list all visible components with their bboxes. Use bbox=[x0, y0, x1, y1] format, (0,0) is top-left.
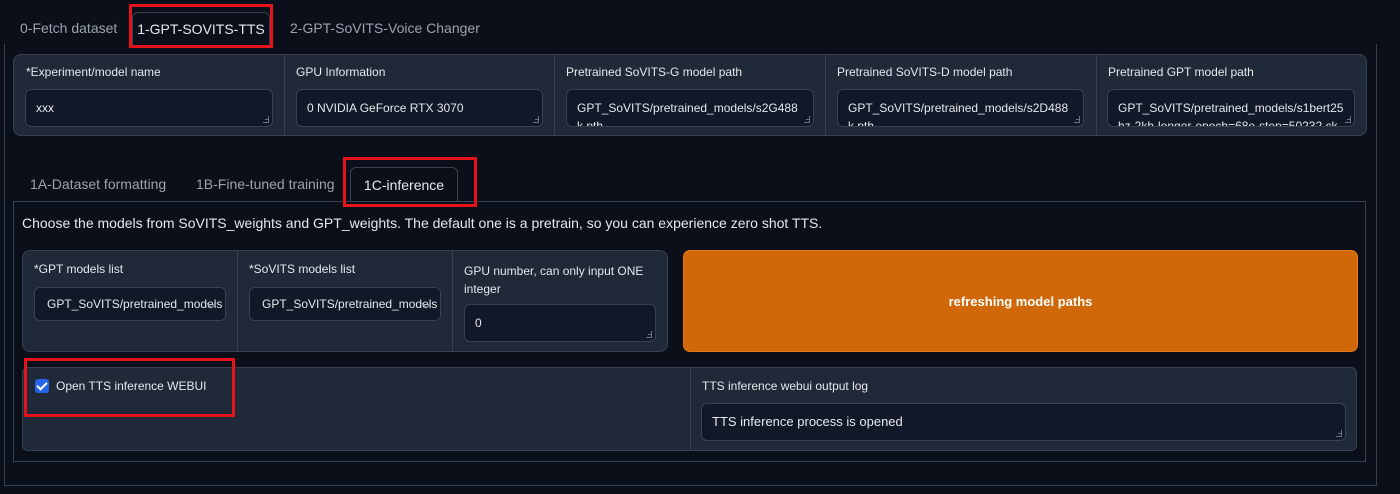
highlight-box-webui-checkbox bbox=[24, 358, 235, 417]
experiment-name-label: *Experiment/model name bbox=[26, 65, 161, 79]
highlight-box-main-tab bbox=[129, 4, 273, 48]
tab-fetch-dataset[interactable]: 0-Fetch dataset bbox=[20, 12, 117, 45]
gpt-models-dropdown[interactable]: GPT_SoVITS/pretrained_models bbox=[34, 287, 226, 321]
gpu-number-label-line1: GPU number, can only input ONE bbox=[464, 264, 644, 278]
gpu-info-field[interactable]: 0 NVIDIA GeForce RTX 3070 bbox=[296, 89, 543, 127]
resize-handle-icon[interactable] bbox=[1336, 430, 1342, 437]
tab-dataset-formatting[interactable]: 1A-Dataset formatting bbox=[30, 167, 166, 202]
resize-handle-icon[interactable] bbox=[1074, 116, 1080, 123]
refresh-model-paths-button[interactable]: refreshing model paths bbox=[683, 250, 1358, 352]
resize-handle-icon[interactable] bbox=[1345, 116, 1351, 123]
gpu-number-label: GPU number, can only input ONE integer bbox=[464, 262, 643, 298]
sovits-g-field[interactable]: GPT_SoVITS/pretrained_models/s2G488k.pth bbox=[566, 89, 814, 127]
resize-handle-icon[interactable] bbox=[533, 116, 539, 123]
gpu-info-label: GPU Information bbox=[296, 65, 386, 79]
sovits-g-value: GPT_SoVITS/pretrained_models/s2G488k.pth bbox=[577, 101, 798, 127]
sovits-d-field[interactable]: GPT_SoVITS/pretrained_models/s2D488k.pth bbox=[837, 89, 1084, 127]
gpt-path-label: Pretrained GPT model path bbox=[1108, 65, 1254, 79]
output-log-value: TTS inference process is opened bbox=[712, 414, 903, 429]
output-log-label: TTS inference webui output log bbox=[702, 379, 869, 393]
gpu-info-value: 0 NVIDIA GeForce RTX 3070 bbox=[307, 101, 464, 115]
gpt-models-value: GPT_SoVITS/pretrained_models bbox=[47, 297, 223, 311]
resize-handle-icon[interactable] bbox=[646, 331, 652, 338]
scrollbar[interactable] bbox=[1392, 0, 1400, 494]
gpu-number-label-line2: integer bbox=[464, 282, 501, 296]
resize-handle-icon[interactable] bbox=[263, 116, 269, 123]
sovits-models-value: GPT_SoVITS/pretrained_models bbox=[262, 297, 438, 311]
gpt-path-value: GPT_SoVITS/pretrained_models/s1bert25hz-… bbox=[1118, 101, 1344, 127]
sovits-models-label: *SoVITS models list bbox=[249, 262, 356, 276]
sovits-d-label: Pretrained SoVITS-D model path bbox=[837, 65, 1013, 79]
highlight-box-inference-tab bbox=[343, 157, 477, 207]
tab-voice-changer[interactable]: 2-GPT-SoVITS-Voice Changer bbox=[290, 12, 480, 45]
output-log-field[interactable]: TTS inference process is opened bbox=[701, 403, 1346, 441]
gpt-models-label: *GPT models list bbox=[34, 262, 124, 276]
gpu-number-input[interactable]: 0 bbox=[464, 304, 656, 342]
gpu-number-value: 0 bbox=[475, 316, 482, 330]
sovits-d-value: GPT_SoVITS/pretrained_models/s2D488k.pth bbox=[848, 101, 1069, 127]
sovits-g-label: Pretrained SoVITS-G model path bbox=[566, 65, 743, 79]
gpt-path-field[interactable]: GPT_SoVITS/pretrained_models/s1bert25hz-… bbox=[1107, 89, 1355, 127]
experiment-name-field[interactable]: xxx bbox=[25, 89, 273, 127]
sovits-models-dropdown[interactable]: GPT_SoVITS/pretrained_models bbox=[249, 287, 441, 321]
tab-fine-tuned-training[interactable]: 1B-Fine-tuned training bbox=[196, 167, 335, 202]
inference-description: Choose the models from SoVITS_weights an… bbox=[22, 215, 823, 231]
experiment-name-value: xxx bbox=[36, 101, 54, 115]
resize-handle-icon[interactable] bbox=[804, 116, 810, 123]
